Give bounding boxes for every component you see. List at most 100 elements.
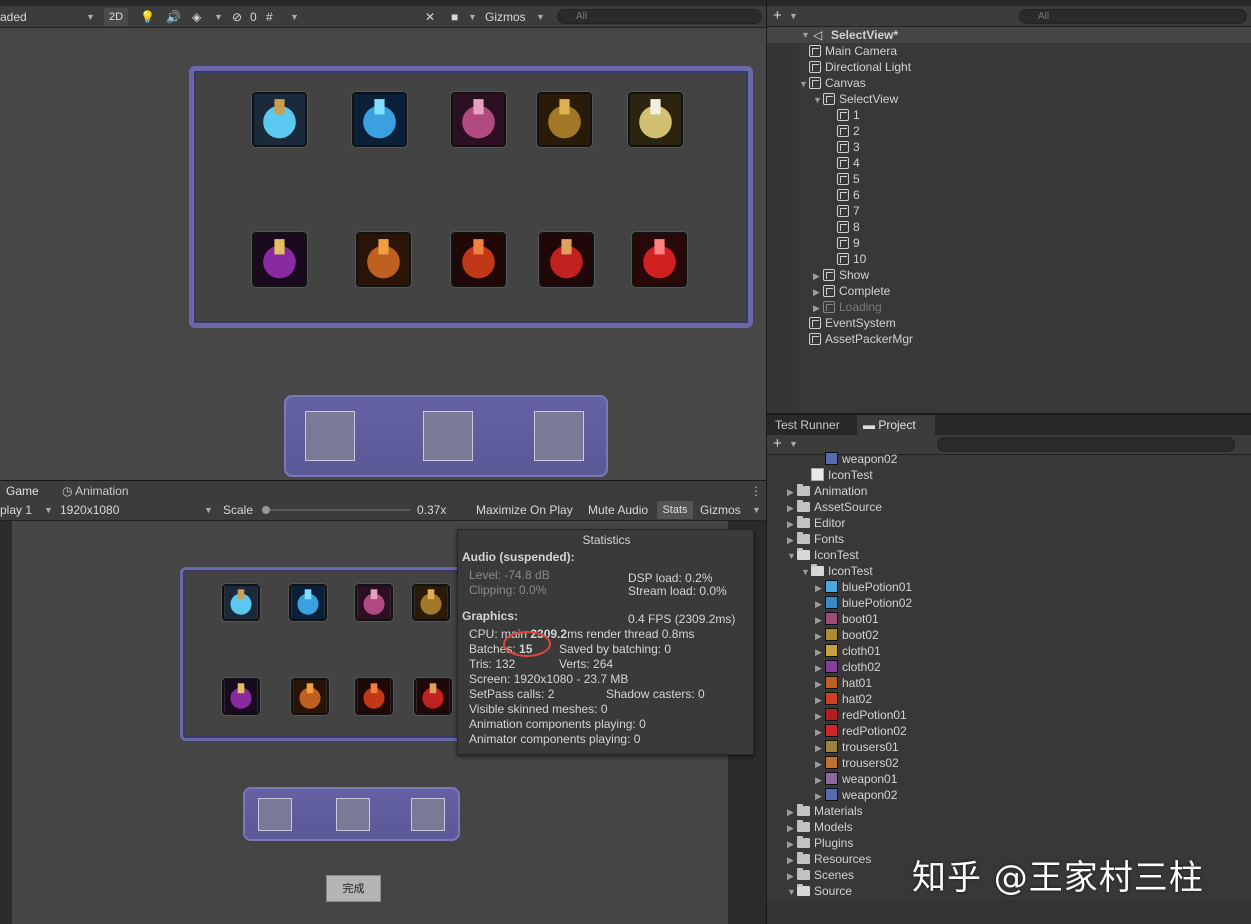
chevron-right-icon[interactable]: ▶ <box>815 692 825 708</box>
project-search-input[interactable] <box>937 437 1235 452</box>
tab-game[interactable]: Game <box>0 481 52 501</box>
chevron-right-icon[interactable]: ▶ <box>787 516 797 532</box>
game-item-icon-cloth-02[interactable] <box>222 678 260 715</box>
hierarchy-item[interactable]: 4 <box>827 155 860 171</box>
project-item[interactable]: ▶ trousers02 <box>815 755 899 771</box>
chevron-right-icon[interactable]: ▶ <box>787 500 797 516</box>
project-item[interactable]: ▶ boot01 <box>815 611 879 627</box>
chevron-right-icon[interactable]: ▶ <box>787 484 797 500</box>
scene-search-input[interactable]: All <box>557 9 762 24</box>
hierarchy-item[interactable]: 9 <box>827 235 860 251</box>
hierarchy-item[interactable]: 7 <box>827 203 860 219</box>
project-item[interactable]: ▼ Source <box>787 883 852 899</box>
more-menu-icon[interactable]: ⋮ <box>744 481 768 501</box>
chevron-right-icon[interactable]: ▶ <box>813 268 823 284</box>
chevron-right-icon[interactable]: ▶ <box>815 644 825 660</box>
chevron-down-icon[interactable]: ▼ <box>787 884 797 900</box>
project-item[interactable]: ▶ Scenes <box>787 867 854 883</box>
hierarchy-item[interactable]: 1 <box>827 107 860 123</box>
project-item[interactable]: ▶ Materials <box>787 803 863 819</box>
mute-audio-button[interactable]: Mute Audio <box>588 501 648 519</box>
scene-item-icon-red-potion-02[interactable] <box>632 232 687 287</box>
chevron-right-icon[interactable]: ▶ <box>815 788 825 804</box>
project-item[interactable]: ▶ Animation <box>787 483 867 499</box>
hierarchy-item[interactable]: EventSystem <box>799 315 896 331</box>
hierarchy-item[interactable]: 2 <box>827 123 860 139</box>
project-item[interactable]: ▶ AssetSource <box>787 499 882 515</box>
chevron-right-icon[interactable]: ▶ <box>787 868 797 884</box>
chevron-right-icon[interactable]: ▶ <box>787 852 797 868</box>
project-item[interactable]: ▶ Resources <box>787 851 871 867</box>
add-icon[interactable]: + <box>773 435 782 453</box>
chevron-right-icon[interactable]: ▶ <box>815 596 825 612</box>
scene-item-icon-red-potion-01[interactable] <box>539 232 594 287</box>
game-item-icon-blue-potion-01[interactable] <box>222 584 260 621</box>
hierarchy-item[interactable]: 8 <box>827 219 860 235</box>
resolution-dropdown[interactable]: 1920x1080 <box>60 501 119 519</box>
hierarchy-item[interactable]: ▶ Show <box>813 267 869 283</box>
project-item[interactable]: IconTest <box>801 467 873 483</box>
chevron-down-icon[interactable]: ▼ <box>787 548 797 564</box>
project-item[interactable]: ▶ redPotion01 <box>815 707 907 723</box>
chevron-right-icon[interactable]: ▶ <box>815 756 825 772</box>
maximize-on-play-button[interactable]: Maximize On Play <box>476 501 573 519</box>
chevron-right-icon[interactable]: ▶ <box>815 772 825 788</box>
effects-icon[interactable]: ◈ <box>192 8 201 26</box>
scene-item-icon-blue-potion-01[interactable] <box>252 92 307 147</box>
chevron-right-icon[interactable]: ▶ <box>815 612 825 628</box>
hierarchy-item[interactable]: 6 <box>827 187 860 203</box>
hierarchy-item[interactable]: ▶ Loading <box>813 299 882 315</box>
audio-icon[interactable]: 🔊 <box>166 8 181 26</box>
chevron-right-icon[interactable]: ▶ <box>815 580 825 596</box>
hierarchy-item[interactable]: ▼ SelectView <box>813 91 898 107</box>
tab-animation[interactable]: ◷ Animation <box>56 481 135 501</box>
camera-icon[interactable]: ■ <box>451 8 458 26</box>
complete-button[interactable]: 完成 <box>326 875 381 902</box>
chevron-right-icon[interactable]: ▶ <box>787 836 797 852</box>
chevron-right-icon[interactable]: ▶ <box>787 820 797 836</box>
lighting-icon[interactable]: 💡 <box>140 8 155 26</box>
scene-item-icon-boot-02[interactable] <box>537 92 592 147</box>
toggle-2d-button[interactable]: 2D <box>104 8 128 26</box>
add-icon[interactable]: + <box>773 7 782 25</box>
chevron-right-icon[interactable]: ▶ <box>815 660 825 676</box>
hierarchy-item[interactable]: ▼ Canvas <box>799 75 866 91</box>
hierarchy-item[interactable]: 5 <box>827 171 860 187</box>
project-item[interactable]: ▶ cloth01 <box>815 643 881 659</box>
chevron-right-icon[interactable]: ▶ <box>787 532 797 548</box>
chevron-down-icon[interactable]: ▼ <box>813 92 823 108</box>
scene-item-icon-hat-01[interactable] <box>356 232 411 287</box>
shading-mode-dropdown[interactable]: aded <box>0 8 27 26</box>
game-item-icon-red-potion-01[interactable] <box>414 678 452 715</box>
tab-project[interactable]: ▬ Project <box>857 415 935 435</box>
project-item[interactable]: ▶ hat02 <box>815 691 872 707</box>
chevron-down-icon[interactable]: ▼ <box>801 564 811 580</box>
chevron-right-icon[interactable]: ▶ <box>815 676 825 692</box>
scene-item-icon-hat-02[interactable] <box>451 232 506 287</box>
project-item[interactable]: ▶ Fonts <box>787 531 844 547</box>
display-dropdown[interactable]: play 1 <box>0 501 32 519</box>
project-item[interactable]: ▶ boot02 <box>815 627 879 643</box>
hierarchy-item[interactable]: AssetPackerMgr <box>799 331 913 347</box>
chevron-right-icon[interactable]: ▶ <box>787 804 797 820</box>
chevron-right-icon[interactable]: ▶ <box>813 284 823 300</box>
scene-item-icon-cloth-02[interactable] <box>252 232 307 287</box>
chevron-right-icon[interactable]: ▶ <box>815 628 825 644</box>
project-item[interactable]: ▶ bluePotion01 <box>815 579 912 595</box>
stats-button[interactable]: Stats <box>657 501 693 519</box>
grid-icon[interactable]: # <box>266 8 273 26</box>
project-item[interactable]: ▶ trousers01 <box>815 739 899 755</box>
scene-item-icon-cloth-01[interactable] <box>628 92 683 147</box>
project-item[interactable]: ▶ redPotion02 <box>815 723 907 739</box>
hidden-objects-icon[interactable]: ⊘ <box>232 8 242 26</box>
gizmos-button[interactable]: Gizmos <box>700 501 741 519</box>
project-item[interactable]: ▶ Plugins <box>787 835 853 851</box>
chevron-right-icon[interactable]: ▶ <box>813 300 823 316</box>
scene-item-icon-boot-01[interactable] <box>451 92 506 147</box>
tab-test-runner[interactable]: Test Runner <box>769 415 846 435</box>
game-item-icon-blue-potion-02[interactable] <box>289 584 327 621</box>
project-item[interactable]: ▶ weapon01 <box>815 771 897 787</box>
hierarchy-item[interactable]: ▶ Complete <box>813 283 890 299</box>
hierarchy-scene-row[interactable]: ▼ ◁ SelectView* <box>767 27 1251 43</box>
chevron-right-icon[interactable]: ▶ <box>815 740 825 756</box>
